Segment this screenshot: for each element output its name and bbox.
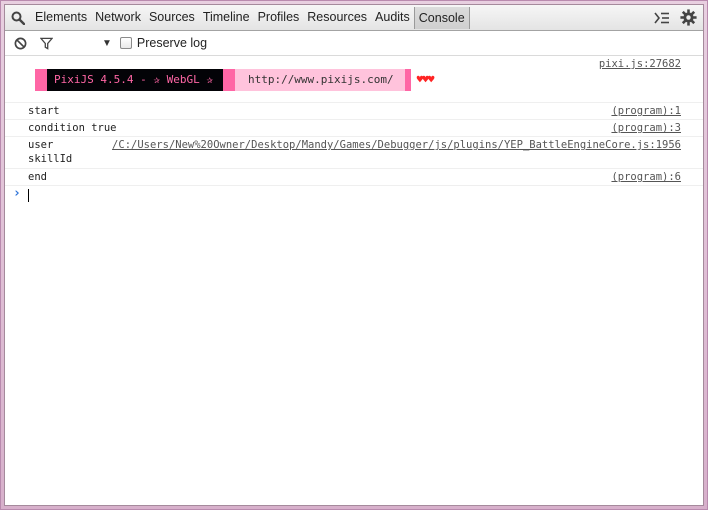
tab-sources[interactable]: Sources xyxy=(145,5,199,30)
tab-console[interactable]: Console xyxy=(413,7,470,29)
banner-pink-block xyxy=(222,69,235,91)
prompt-chevron-icon: › xyxy=(13,186,21,201)
tab-bar: Elements Network Sources Timeline Profil… xyxy=(5,5,703,31)
message-source-link[interactable]: (program):1 xyxy=(611,105,681,117)
window-frame: Elements Network Sources Timeline Profil… xyxy=(0,0,708,510)
message-source-link[interactable]: /C:/Users/New%20Owner/Desktop/Mandy/Game… xyxy=(112,139,681,151)
banner-version-text: PixiJS 4.5.4 - ✰ WebGL ✰ xyxy=(47,69,223,91)
message-text: skillId xyxy=(28,153,73,165)
tab-profiles[interactable]: Profiles xyxy=(254,5,304,30)
console-message: user skillId /C:/Users/New%20Owner/Deskt… xyxy=(5,137,703,169)
context-dropdown-arrow-icon[interactable]: ▼ xyxy=(102,38,112,49)
message-text: start xyxy=(28,105,60,117)
console-messages: pixi.js:27682 PixiJS 4.5.4 - ✰ WebGL ✰ h… xyxy=(5,56,703,505)
tab-resources[interactable]: Resources xyxy=(303,5,371,30)
tab-elements[interactable]: Elements xyxy=(31,5,91,30)
filter-icon[interactable] xyxy=(35,32,57,54)
message-text: end xyxy=(28,171,47,183)
preserve-log-checkbox[interactable] xyxy=(119,37,132,49)
message-source-link[interactable]: (program):6 xyxy=(611,171,681,183)
banner-pink-block xyxy=(35,69,47,91)
console-message: start (program):1 xyxy=(5,103,703,120)
tab-network[interactable]: Network xyxy=(91,5,145,30)
console-message: pixi.js:27682 PixiJS 4.5.4 - ✰ WebGL ✰ h… xyxy=(5,56,703,103)
preserve-log-label: Preserve log xyxy=(136,36,208,50)
gear-icon[interactable] xyxy=(675,5,701,30)
message-source-link[interactable]: pixi.js:27682 xyxy=(599,58,681,70)
search-icon[interactable] xyxy=(5,5,31,30)
drawer-toggle-icon[interactable] xyxy=(649,5,675,30)
message-text: condition true xyxy=(28,122,117,134)
console-prompt[interactable]: › xyxy=(5,186,703,204)
devtools-panel: Elements Network Sources Timeline Profil… xyxy=(4,4,704,506)
tab-audits[interactable]: Audits xyxy=(371,5,414,30)
console-toolbar: ▼ Preserve log xyxy=(5,31,703,56)
console-message: condition true (program):3 xyxy=(5,120,703,137)
banner-hearts: ♥♥♥ xyxy=(416,73,435,86)
text-caret xyxy=(28,189,29,202)
banner-pink-block xyxy=(404,69,411,91)
banner-url-text: http://www.pixijs.com/ xyxy=(234,69,405,91)
message-source-link[interactable]: (program):3 xyxy=(611,122,681,134)
clear-console-icon[interactable] xyxy=(9,32,31,54)
tab-timeline[interactable]: Timeline xyxy=(199,5,254,30)
pixi-banner: PixiJS 4.5.4 - ✰ WebGL ✰ http://www.pixi… xyxy=(35,69,435,91)
console-message: end (program):6 xyxy=(5,169,703,186)
message-text: user xyxy=(28,139,54,151)
